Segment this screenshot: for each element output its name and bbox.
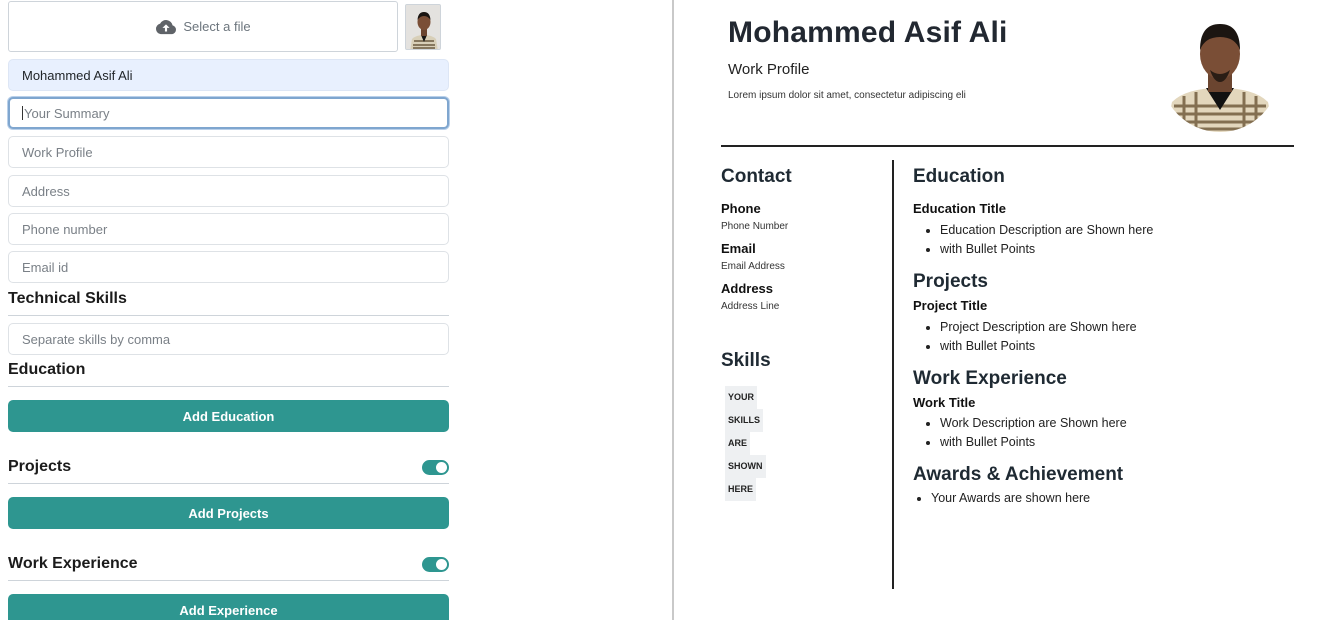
work-title: Work Title: [913, 395, 976, 410]
skill-tag: YOUR: [725, 386, 758, 409]
projects-section-heading: Projects: [913, 271, 988, 292]
profile-photo-thumbnail: [405, 4, 441, 50]
awards-bullets: Your Awards are shown here: [931, 489, 1293, 508]
resume-name: Mohammed Asif Ali: [728, 16, 1008, 49]
upload-label: Select a file: [183, 19, 251, 34]
resume-summary: Lorem ipsum dolor sit amet, consectetur …: [728, 90, 966, 101]
list-item: with Bullet Points: [940, 240, 1293, 259]
education-section-heading: Education: [913, 166, 1005, 187]
skills-heading: Skills: [721, 350, 771, 371]
summary-input[interactable]: Your Summary: [8, 97, 449, 129]
technical-skills-heading: Technical Skills: [8, 290, 449, 316]
list-item: Your Awards are shown here: [931, 489, 1293, 508]
details-column: Education Education Title Education Desc…: [913, 166, 1293, 508]
header-rule: [721, 145, 1294, 147]
add-experience-button[interactable]: Add Experience: [8, 594, 449, 620]
resume-photo: [1160, 10, 1280, 132]
projects-toggle[interactable]: [422, 460, 449, 475]
email-input[interactable]: Email id: [8, 251, 449, 283]
project-title: Project Title: [913, 298, 988, 313]
projects-heading: Projects: [8, 458, 449, 484]
resume-editor: Select a file Mohammed Asif Ali Your Sum…: [0, 0, 672, 620]
list-item: Work Description are Shown here: [940, 414, 1293, 433]
work-experience-heading: Work Experience: [8, 555, 449, 581]
phone-label: Phone: [721, 201, 761, 216]
email-value: Email Address: [721, 261, 785, 272]
education-heading: Education: [8, 361, 449, 387]
skills-input[interactable]: Separate skills by comma: [8, 323, 449, 355]
skill-tag: SHOWN: [725, 455, 766, 478]
contact-column: Contact Phone Phone Number Email Email A…: [721, 166, 886, 501]
name-field[interactable]: Mohammed Asif Ali: [8, 59, 449, 91]
education-title: Education Title: [913, 201, 1006, 216]
skill-tag: HERE: [725, 478, 757, 501]
list-item: Education Description are Shown here: [940, 221, 1293, 240]
add-education-button[interactable]: Add Education: [8, 400, 449, 432]
work-profile-input[interactable]: Work Profile: [8, 136, 449, 168]
address-label: Address: [721, 281, 774, 296]
list-item: with Bullet Points: [940, 433, 1293, 452]
education-bullets: Education Description are Shown here wit…: [940, 221, 1293, 259]
list-item: Project Description are Shown here: [940, 318, 1293, 337]
resume-work-profile: Work Profile: [728, 61, 810, 78]
address-value: Address Line: [721, 301, 780, 312]
address-input[interactable]: Address: [8, 175, 449, 207]
file-upload-button[interactable]: Select a file: [8, 1, 398, 52]
list-item: with Bullet Points: [940, 337, 1293, 356]
skill-tag: SKILLS: [725, 409, 764, 432]
skills-list: YOUR SKILLS ARE SHOWN HERE: [721, 386, 886, 501]
add-projects-button[interactable]: Add Projects: [8, 497, 449, 529]
project-bullets: Project Description are Shown here with …: [940, 318, 1293, 356]
work-experience-toggle[interactable]: [422, 557, 449, 572]
phone-input[interactable]: Phone number: [8, 213, 449, 245]
column-divider: [892, 160, 894, 589]
work-section-heading: Work Experience: [913, 368, 1067, 389]
work-bullets: Work Description are Shown here with Bul…: [940, 414, 1293, 452]
phone-value: Phone Number: [721, 221, 789, 232]
contact-heading: Contact: [721, 166, 792, 187]
email-label: Email: [721, 241, 756, 256]
cloud-upload-icon: [156, 19, 177, 34]
awards-section-heading: Awards & Achievement: [913, 464, 1124, 485]
skill-tag: ARE: [725, 432, 751, 455]
awards-section: Awards & Achievement Your Awards are sho…: [913, 464, 1293, 508]
resume-preview: Mohammed Asif Ali Work Profile Lorem ips…: [674, 0, 1336, 620]
